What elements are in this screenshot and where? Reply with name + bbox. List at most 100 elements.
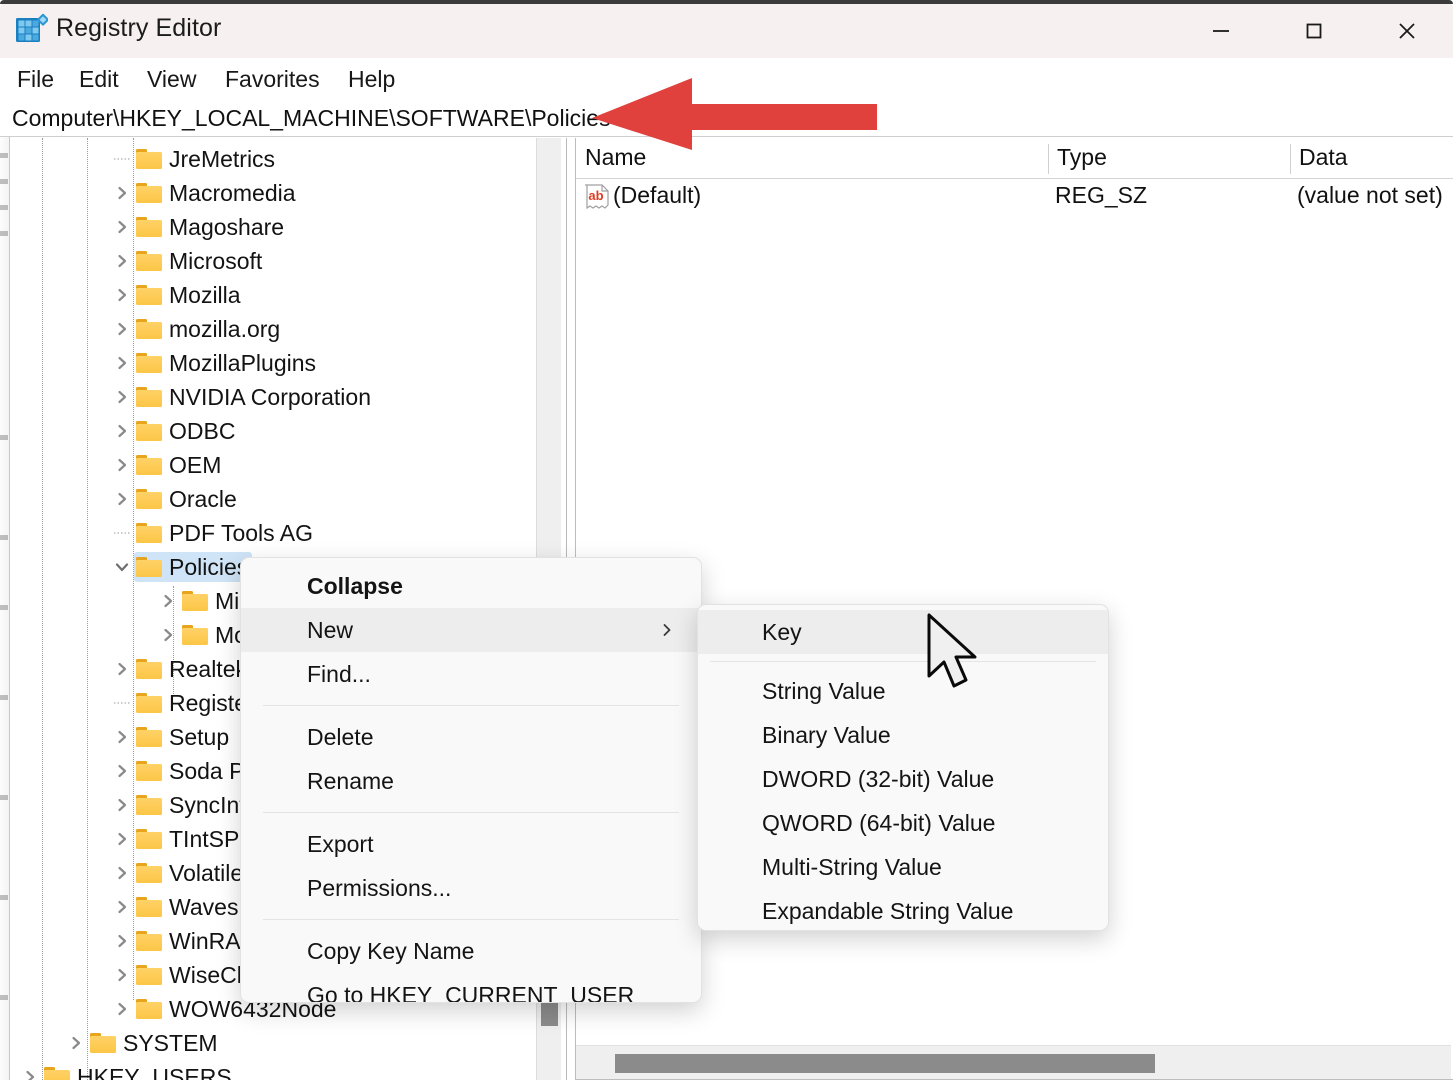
context-menu-item-copy-key-name[interactable]: Copy Key Name — [241, 929, 701, 973]
chevron-right-icon[interactable] — [112, 652, 132, 686]
chevron-right-icon[interactable] — [112, 788, 132, 822]
folder-icon — [136, 788, 164, 822]
folder-icon — [136, 176, 164, 210]
chevron-right-icon[interactable] — [66, 1026, 86, 1060]
chevron-right-icon[interactable] — [112, 924, 132, 958]
cell-data: (value not set) — [1297, 182, 1443, 208]
menu-bar: File Edit View Favorites Help — [0, 58, 1453, 100]
column-header-data[interactable]: Data — [1299, 144, 1348, 171]
submenu-item-binary-value[interactable]: Binary Value — [698, 713, 1108, 757]
list-column-header: Name Type Data — [575, 138, 1453, 179]
submenu-item-key[interactable]: Key — [698, 610, 1108, 654]
submenu-item-label: QWORD (64-bit) Value — [762, 809, 996, 836]
context-menu-item-collapse[interactable]: Collapse — [241, 564, 701, 608]
tree-item-mozilla[interactable]: Mozilla — [10, 278, 540, 312]
tree-item-macromedia[interactable]: Macromedia — [10, 176, 540, 210]
chevron-right-icon[interactable] — [112, 380, 132, 414]
chevron-right-icon[interactable] — [112, 958, 132, 992]
tree-item-label: Microsoft — [169, 248, 263, 274]
menu-help[interactable]: Help — [348, 66, 395, 93]
tree-item-mozillaplugins[interactable]: MozillaPlugins — [10, 346, 540, 380]
menu-favorites[interactable]: Favorites — [225, 66, 320, 93]
tree-item-label: Magoshare — [169, 214, 285, 240]
chevron-right-icon[interactable] — [112, 414, 132, 448]
folder-icon — [136, 482, 164, 516]
chevron-right-icon[interactable] — [112, 992, 132, 1026]
close-button[interactable] — [1360, 4, 1453, 58]
context-menu-item-label: Permissions... — [307, 874, 452, 901]
tree-item-oracle[interactable]: Oracle — [10, 482, 540, 516]
tree-item-microsoft[interactable]: Microsoft — [10, 244, 540, 278]
tree-leaf-connector — [112, 686, 132, 720]
menu-separator — [263, 919, 679, 920]
context-menu-item-new[interactable]: New — [241, 608, 701, 652]
column-divider[interactable] — [1290, 144, 1291, 174]
table-row[interactable]: ab (Default) REG_SZ (value not set) — [575, 180, 1453, 216]
tree-leaf-connector — [112, 142, 132, 176]
submenu-item-label: Expandable String Value — [762, 897, 1014, 924]
submenu-item-label: DWORD (32-bit) Value — [762, 765, 995, 792]
tree-item-oem[interactable]: OEM — [10, 448, 540, 482]
context-menu-item-delete[interactable]: Delete — [241, 715, 701, 759]
tree-item-label: MozillaPlugins — [169, 350, 317, 376]
chevron-right-icon[interactable] — [112, 312, 132, 346]
chevron-right-icon[interactable] — [158, 618, 178, 652]
tree-item-jremetrics[interactable]: JreMetrics — [10, 142, 540, 176]
chevron-right-icon[interactable] — [112, 720, 132, 754]
folder-icon — [136, 210, 164, 244]
minimize-button[interactable] — [1174, 4, 1267, 58]
tree-item-nvidia-corporation[interactable]: NVIDIA Corporation — [10, 380, 540, 414]
address-bar[interactable]: Computer\HKEY_LOCAL_MACHINE\SOFTWARE\Pol… — [0, 100, 1453, 137]
tree-item-pdf-tools-ag[interactable]: PDF Tools AG — [10, 516, 540, 550]
tree-item-label: Realtek — [169, 656, 247, 682]
chevron-right-icon[interactable] — [112, 346, 132, 380]
maximize-button[interactable] — [1267, 4, 1360, 58]
chevron-right-icon[interactable] — [112, 244, 132, 278]
menu-view[interactable]: View — [147, 66, 196, 93]
context-menu-item-find[interactable]: Find... — [241, 652, 701, 696]
submenu-item-dword-32-bit-value[interactable]: DWORD (32-bit) Value — [698, 757, 1108, 801]
column-divider[interactable] — [1048, 144, 1049, 174]
chevron-right-icon[interactable] — [20, 1060, 40, 1080]
tree-item-label: Setup — [169, 724, 230, 750]
context-menu-item-permissions[interactable]: Permissions... — [241, 866, 701, 910]
list-horizontal-scrollbar[interactable] — [575, 1045, 1451, 1080]
context-menu[interactable]: Collapse New Find... Delete Rename Export Perm… — [240, 557, 702, 1003]
chevron-right-icon[interactable] — [112, 890, 132, 924]
chevron-right-icon[interactable] — [112, 822, 132, 856]
registry-grid-icon — [14, 13, 49, 45]
submenu-item-multi-string-value[interactable]: Multi-String Value — [698, 845, 1108, 889]
submenu-item-qword-64-bit-value[interactable]: QWORD (64-bit) Value — [698, 801, 1108, 845]
tree-item-system[interactable]: SYSTEM — [10, 1026, 540, 1060]
context-menu-item-rename[interactable]: Rename — [241, 759, 701, 803]
context-menu-item-go-to-hkey-current-user[interactable]: Go to HKEY_CURRENT_USER — [241, 973, 701, 1003]
tree-item-magoshare[interactable]: Magoshare — [10, 210, 540, 244]
menu-edit[interactable]: Edit — [79, 66, 119, 93]
tree-item-hkey-users[interactable]: HKEY_USERS — [10, 1060, 540, 1080]
tree-item-mozilla-org[interactable]: mozilla.org — [10, 312, 540, 346]
new-submenu[interactable]: Key String Value Binary Value DWORD (32-bit… — [697, 604, 1109, 931]
chevron-down-icon[interactable] — [112, 550, 132, 584]
tree-item-odbc[interactable]: ODBC — [10, 414, 540, 448]
column-header-type[interactable]: Type — [1057, 144, 1107, 171]
submenu-item-string-value[interactable]: String Value — [698, 669, 1108, 713]
chevron-right-icon[interactable] — [112, 176, 132, 210]
chevron-right-icon[interactable] — [112, 856, 132, 890]
chevron-right-icon[interactable] — [112, 754, 132, 788]
column-header-name[interactable]: Name — [585, 144, 646, 171]
context-menu-item-label: New — [307, 616, 354, 643]
context-menu-item-export[interactable]: Export — [241, 822, 701, 866]
tree-item-label: Macromedia — [169, 180, 296, 206]
chevron-right-icon[interactable] — [112, 448, 132, 482]
tree-item-label: ODBC — [169, 418, 236, 444]
chevron-right-icon[interactable] — [112, 210, 132, 244]
chevron-right-icon — [659, 608, 675, 652]
list-scrollbar-thumb[interactable] — [615, 1054, 1155, 1073]
chevron-right-icon[interactable] — [158, 584, 178, 618]
title-bar: Registry Editor — [0, 0, 1453, 58]
submenu-item-expandable-string-value[interactable]: Expandable String Value — [698, 889, 1108, 930]
chevron-right-icon[interactable] — [112, 482, 132, 516]
context-menu-item-label: Delete — [307, 723, 374, 750]
menu-file[interactable]: File — [17, 66, 54, 93]
chevron-right-icon[interactable] — [112, 278, 132, 312]
